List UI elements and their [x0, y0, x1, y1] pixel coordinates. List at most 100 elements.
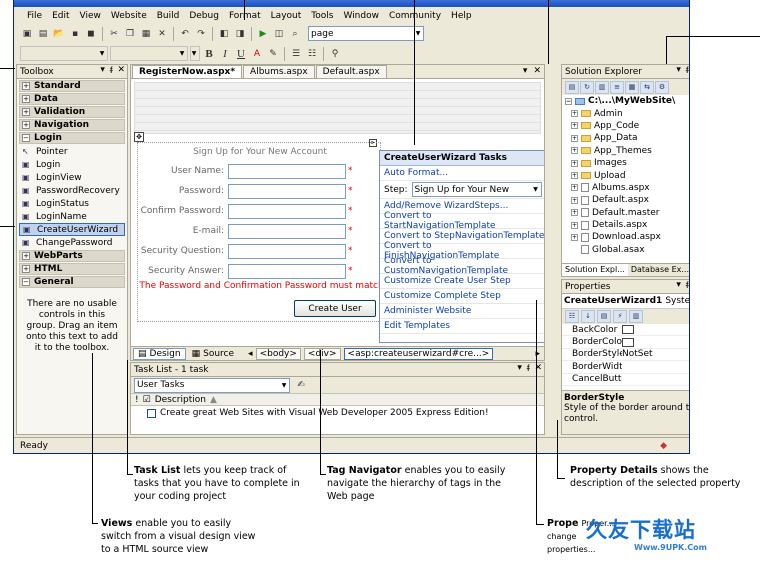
- property-row-borderwidth[interactable]: BorderWidth: [562, 361, 689, 374]
- font-name-combo[interactable]: ▼: [110, 46, 188, 61]
- tree-root[interactable]: − C:\...\MyWebSite\: [565, 95, 689, 107]
- delete-icon[interactable]: ✕: [155, 27, 169, 41]
- asp-config-icon[interactable]: ⚙: [655, 80, 669, 94]
- expand-icon[interactable]: +: [571, 221, 578, 229]
- checkbox-column-icon[interactable]: ☑: [143, 395, 151, 405]
- find-icon[interactable]: ⌕: [288, 27, 302, 41]
- tree-file[interactable]: + Default.master: [565, 207, 689, 219]
- bold-icon[interactable]: B: [202, 47, 216, 61]
- pin-icon[interactable]: ᵮ: [686, 65, 689, 76]
- hyperlink-icon[interactable]: ⚲: [328, 47, 342, 61]
- pin-icon[interactable]: ᵮ: [686, 280, 689, 291]
- chevron-down-icon[interactable]: ▼: [97, 47, 107, 60]
- dropdown-icon[interactable]: ▾: [100, 65, 105, 76]
- tree-folder[interactable]: + App_Themes: [565, 145, 689, 157]
- navigate-forward-icon[interactable]: ◨: [233, 27, 247, 41]
- browse-icon[interactable]: ◫: [272, 27, 286, 41]
- toolbox-item-pointer[interactable]: ↖ Pointer: [17, 145, 127, 158]
- toolbox-group-login[interactable]: − Login: [19, 132, 125, 144]
- priority-column-icon[interactable]: !: [135, 395, 139, 405]
- task-filter-select[interactable]: User Tasks ▼: [134, 377, 290, 393]
- justify-icon[interactable]: ☰: [289, 47, 303, 61]
- dropdown-icon[interactable]: ▾: [676, 65, 681, 76]
- toolbox-item-login[interactable]: ▣ Login: [17, 158, 127, 171]
- menu-window[interactable]: Window: [338, 11, 384, 21]
- tab-database-explorer[interactable]: Database Ex...: [628, 264, 689, 276]
- dropdown-icon[interactable]: ▾: [517, 363, 522, 374]
- toolbox-item-loginview[interactable]: ▣ LoginView: [17, 171, 127, 184]
- password-input[interactable]: [228, 183, 346, 199]
- tree-file[interactable]: + Albums.aspx: [565, 182, 689, 194]
- refresh-icon[interactable]: ↻: [580, 80, 594, 94]
- close-icon[interactable]: ✕: [117, 65, 125, 76]
- toolbox-group-html[interactable]: + HTML: [19, 263, 125, 275]
- menu-build[interactable]: Build: [152, 11, 185, 21]
- tree-folder[interactable]: + Upload: [565, 169, 689, 181]
- fore-color-icon[interactable]: A: [250, 47, 264, 61]
- menu-help[interactable]: Help: [446, 11, 477, 21]
- property-row-cancelbutton[interactable]: CancelButtonI: [562, 374, 689, 386]
- move-handle-icon[interactable]: ✥: [134, 132, 144, 142]
- tab-menu-icon[interactable]: ▾: [523, 66, 528, 76]
- tree-folder[interactable]: + App_Code: [565, 120, 689, 132]
- find-combo[interactable]: page ▼: [308, 26, 424, 41]
- toolbox-item-createuserwizard[interactable]: ▣ CreateUserWizard: [19, 223, 125, 236]
- chevron-down-icon[interactable]: ▼: [189, 47, 199, 60]
- property-row-bordercolor[interactable]: BorderColor: [562, 336, 689, 349]
- expand-icon[interactable]: +: [571, 159, 578, 167]
- expand-icon[interactable]: +: [571, 233, 578, 241]
- task-edit-templates[interactable]: Edit Templates: [380, 319, 544, 334]
- categorized-icon[interactable]: ☷: [565, 310, 579, 323]
- highlight-icon[interactable]: ✎: [266, 47, 280, 61]
- add-item-icon[interactable]: ▤: [36, 27, 50, 41]
- toolbox-item-changepassword[interactable]: ▣ ChangePassword: [17, 236, 127, 249]
- open-icon[interactable]: 📂: [52, 27, 66, 41]
- chevron-down-icon[interactable]: ▼: [177, 47, 187, 60]
- tab-solution-explorer[interactable]: Solution Expl...: [562, 264, 628, 276]
- pin-icon[interactable]: ᵮ: [527, 363, 530, 374]
- pin-icon[interactable]: ᵮ: [110, 65, 113, 76]
- toolbox-group-standard[interactable]: + Standard: [19, 80, 125, 92]
- property-value[interactable]: [622, 337, 689, 347]
- task-row[interactable]: Create great Web Sites with Visual Web D…: [131, 406, 544, 420]
- toolbox-group-validation[interactable]: + Validation: [19, 106, 125, 118]
- create-user-button[interactable]: Create User: [294, 300, 376, 317]
- tree-folder[interactable]: + App_Data: [565, 132, 689, 144]
- toolbox-group-data[interactable]: + Data: [19, 93, 125, 105]
- expand-icon[interactable]: +: [571, 147, 578, 155]
- properties-header[interactable]: Properties ▾ ᵮ ✕: [562, 280, 689, 294]
- menu-debug[interactable]: Debug: [184, 11, 224, 21]
- tree-file[interactable]: + Download.aspx: [565, 231, 689, 243]
- save-all-icon[interactable]: ◼: [84, 27, 98, 41]
- italic-icon[interactable]: I: [218, 47, 232, 61]
- copy-website-icon[interactable]: ⇆: [640, 80, 654, 94]
- collapse-icon[interactable]: −: [565, 97, 572, 105]
- toolbox-group-navigation[interactable]: + Navigation: [19, 119, 125, 131]
- copy-icon[interactable]: ❐: [123, 27, 137, 41]
- toolbox-header[interactable]: Toolbox ▾ ᵮ ✕: [17, 65, 127, 79]
- expand-icon[interactable]: +: [571, 209, 578, 217]
- tree-file[interactable]: + Details.aspx: [565, 219, 689, 231]
- expand-icon[interactable]: +: [571, 184, 578, 192]
- menu-tools[interactable]: Tools: [306, 11, 338, 21]
- confirm-password-input[interactable]: [228, 203, 346, 219]
- nest-files-icon[interactable]: ▥: [595, 80, 609, 94]
- navigate-back-icon[interactable]: ◧: [217, 27, 231, 41]
- property-value[interactable]: [622, 325, 689, 335]
- font-size-combo[interactable]: ▼: [190, 46, 200, 61]
- task-auto-format[interactable]: Auto Format...: [380, 166, 544, 181]
- view-code-icon[interactable]: ≡: [610, 80, 624, 94]
- block-format-combo[interactable]: ▼: [20, 46, 108, 61]
- expand-icon[interactable]: +: [571, 172, 578, 180]
- start-debug-icon[interactable]: ▶: [256, 27, 270, 41]
- save-icon[interactable]: ▪: [68, 27, 82, 41]
- menu-file[interactable]: File: [22, 11, 47, 21]
- tab-albums[interactable]: Albums.aspx: [243, 65, 315, 78]
- close-icon[interactable]: ✕: [533, 66, 541, 76]
- toolbox-item-loginname[interactable]: ▣ LoginName: [17, 210, 127, 223]
- undo-icon[interactable]: ↶: [178, 27, 192, 41]
- properties-icon[interactable]: ▤: [565, 80, 579, 94]
- tag-createuserwizard[interactable]: <asp:createuserwizard#cre...>: [343, 347, 494, 360]
- task-convert-custom-nav[interactable]: Convert to CustomNavigationTemplate: [380, 256, 544, 276]
- menu-community[interactable]: Community: [384, 11, 446, 21]
